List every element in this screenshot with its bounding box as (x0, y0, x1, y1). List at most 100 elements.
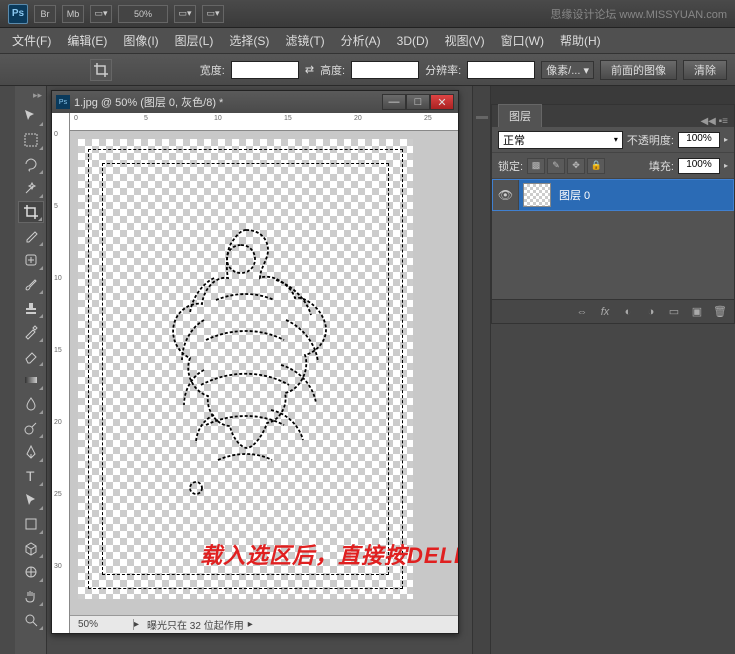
blur-tool[interactable] (18, 393, 44, 415)
ps-doc-icon: Ps (56, 95, 70, 109)
lock-all-button[interactable]: 🔒 (587, 158, 605, 174)
history-brush-tool[interactable] (18, 321, 44, 343)
ruler-horizontal[interactable]: 0 5 10 15 20 25 (70, 113, 458, 131)
width-input[interactable] (231, 61, 299, 79)
stamp-tool[interactable] (18, 297, 44, 319)
arrange-button[interactable]: ▭▾ (202, 5, 224, 23)
lock-pixels-button[interactable]: ✎ (547, 158, 565, 174)
menu-bar: 文件(F) 编辑(E) 图像(I) 图层(L) 选择(S) 滤镜(T) 分析(A… (0, 28, 735, 54)
healing-tool[interactable] (18, 249, 44, 271)
layer-fx-button[interactable]: fx (595, 304, 615, 320)
dodge-tool[interactable] (18, 417, 44, 439)
opacity-arrow-icon[interactable]: ▸ (724, 135, 728, 144)
menu-select[interactable]: 选择(S) (221, 28, 277, 53)
lock-label: 锁定: (498, 158, 523, 174)
3d-tool[interactable] (18, 537, 44, 559)
menu-file[interactable]: 文件(F) (4, 28, 59, 53)
maximize-button[interactable]: □ (406, 94, 430, 110)
view-extras-button[interactable]: ▭▾ (174, 5, 196, 23)
watermark: 思缘设计论坛 www.MISSYUAN.com (550, 6, 727, 22)
height-input[interactable] (351, 61, 419, 79)
ps-logo: Ps (8, 4, 28, 24)
panel-grip[interactable] (476, 116, 488, 119)
layers-tab[interactable]: 图层 (498, 104, 542, 127)
move-tool[interactable] (18, 105, 44, 127)
adjustment-layer-button[interactable]: ◑ (641, 304, 661, 320)
lock-transparent-button[interactable]: ▩ (527, 158, 545, 174)
clear-button[interactable]: 清除 (683, 60, 727, 80)
layer-row[interactable]: 👁 图层 0 (492, 179, 734, 211)
menu-analysis[interactable]: 分析(A) (333, 28, 389, 53)
brush-tool[interactable] (18, 273, 44, 295)
opacity-label: 不透明度: (627, 132, 674, 148)
close-button[interactable]: ✕ (430, 94, 454, 110)
menu-filter[interactable]: 滤镜(T) (277, 28, 332, 53)
height-label: 高度: (320, 62, 345, 78)
path-select-tool[interactable] (18, 489, 44, 511)
layers-panel-footer: ⇔ fx ◐ ◑ ▭ ▣ 🗑 (492, 299, 734, 323)
layers-panel: 图层 ◀◀ ▪≡ 正常▾ 不透明度: 100% ▸ 锁定: ▩ ✎ ✥ 🔒 (491, 104, 735, 324)
tutorial-overlay: 载入选区后，直接按DELETE键 (200, 538, 458, 570)
svg-text:T: T (26, 468, 35, 484)
menu-window[interactable]: 窗口(W) (493, 28, 552, 53)
layers-list[interactable]: 👁 图层 0 (492, 179, 734, 299)
bridge-button[interactable]: Br (34, 5, 56, 23)
menu-layer[interactable]: 图层(L) (167, 28, 222, 53)
lasso-tool[interactable] (18, 153, 44, 175)
swap-icon[interactable]: ⇄ (305, 63, 314, 76)
status-bar: 50% ▸ 曝光只在 32 位起作用 ▸ (70, 615, 458, 633)
panel-menu-icon[interactable]: ◀◀ ▪≡ (694, 116, 734, 127)
zoom-level[interactable]: 50% (118, 5, 168, 23)
minibridge-button[interactable]: Mb (62, 5, 84, 23)
menu-help[interactable]: 帮助(H) (552, 28, 609, 53)
link-layers-button[interactable]: ⇔ (572, 304, 592, 320)
panels-column: 图层 ◀◀ ▪≡ 正常▾ 不透明度: 100% ▸ 锁定: ▩ ✎ ✥ 🔒 (490, 86, 735, 654)
fill-arrow-icon[interactable]: ▸ (724, 161, 728, 170)
resolution-input[interactable] (467, 61, 535, 79)
hand-tool[interactable] (18, 585, 44, 607)
lock-position-button[interactable]: ✥ (567, 158, 585, 174)
3d-camera-tool[interactable] (18, 561, 44, 583)
status-more-icon[interactable]: ▸ (248, 619, 253, 630)
options-bar: 宽度: ⇄ 高度: 分辨率: 像素/... ▾ 前面的图像 清除 (0, 54, 735, 86)
status-zoom[interactable]: 50% (74, 619, 134, 630)
canvas[interactable] (78, 139, 413, 599)
type-tool[interactable]: T (18, 465, 44, 487)
visibility-toggle[interactable]: 👁 (493, 180, 519, 210)
layer-group-button[interactable]: ▭ (664, 304, 684, 320)
gradient-tool[interactable] (18, 369, 44, 391)
layer-thumbnail[interactable] (523, 183, 551, 207)
menu-edit[interactable]: 编辑(E) (59, 28, 115, 53)
zoom-tool[interactable] (18, 609, 44, 631)
opacity-input[interactable]: 100% (678, 132, 720, 148)
minimize-button[interactable]: — (382, 94, 406, 110)
canvas-viewport[interactable]: 载入选区后，直接按DELETE键 (70, 131, 458, 615)
toolbox: ▸▸ T (15, 86, 47, 654)
layer-name[interactable]: 图层 0 (559, 187, 590, 203)
document-window: Ps 1.jpg @ 50% (图层 0, 灰色/8) * — □ ✕ 0 5 … (51, 90, 459, 634)
marquee-tool[interactable] (18, 129, 44, 151)
toolbox-collapse[interactable]: ▸▸ (17, 90, 44, 104)
screen-mode-button[interactable]: ▭▾ (90, 5, 112, 23)
crop-tool[interactable] (18, 201, 44, 223)
menu-image[interactable]: 图像(I) (115, 28, 166, 53)
eraser-tool[interactable] (18, 345, 44, 367)
unit-dropdown[interactable]: 像素/... ▾ (541, 61, 594, 79)
fill-input[interactable]: 100% (678, 158, 720, 174)
blend-mode-dropdown[interactable]: 正常▾ (498, 131, 623, 149)
pen-tool[interactable] (18, 441, 44, 463)
menu-3d[interactable]: 3D(D) (389, 30, 437, 52)
app-top-bar: Ps Br Mb ▭▾ 50% ▭▾ ▭▾ 思缘设计论坛 www.MISSYUA… (0, 0, 735, 28)
document-titlebar[interactable]: Ps 1.jpg @ 50% (图层 0, 灰色/8) * — □ ✕ (52, 91, 458, 113)
wand-tool[interactable] (18, 177, 44, 199)
new-layer-button[interactable]: ▣ (687, 304, 707, 320)
eyedropper-tool[interactable] (18, 225, 44, 247)
front-image-button[interactable]: 前面的图像 (600, 60, 677, 80)
menu-view[interactable]: 视图(V) (437, 28, 493, 53)
crop-tool-icon[interactable] (90, 59, 112, 81)
shape-tool[interactable] (18, 513, 44, 535)
delete-layer-button[interactable]: 🗑 (710, 304, 730, 320)
layer-mask-button[interactable]: ◐ (618, 304, 638, 320)
ruler-vertical[interactable]: 0 5 10 15 20 25 30 (52, 113, 70, 633)
collapsed-panel-strip-left (0, 86, 15, 654)
